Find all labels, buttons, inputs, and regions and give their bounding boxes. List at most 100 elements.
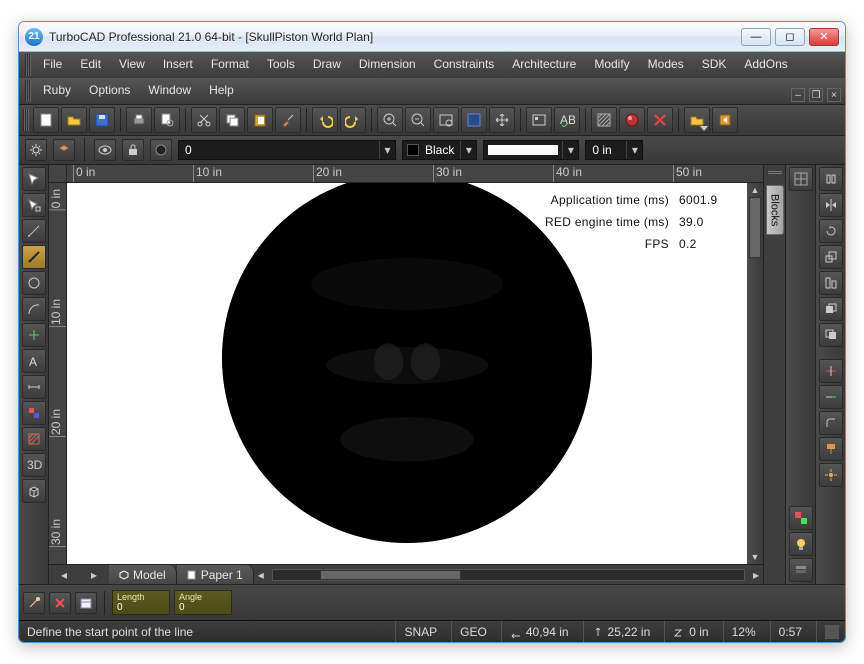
cancel-small-icon[interactable] (49, 592, 71, 614)
scroll-up-icon[interactable]: ▲ (751, 185, 760, 195)
materials-button[interactable] (619, 107, 645, 133)
open-file-button[interactable] (61, 107, 87, 133)
angle-field[interactable]: Angle 0 (174, 590, 232, 615)
tab-model[interactable]: Model (109, 565, 177, 584)
zoom-in-button[interactable] (377, 107, 403, 133)
geo-toggle[interactable]: GEO (451, 621, 495, 642)
text-tool[interactable]: A (22, 349, 46, 373)
rotate-button[interactable] (819, 219, 843, 243)
paint-button[interactable] (819, 437, 843, 461)
trim-button[interactable] (819, 359, 843, 383)
tab-paper1[interactable]: Paper 1 (177, 565, 254, 584)
circle-tool[interactable] (22, 271, 46, 295)
layer-visible-icon[interactable] (94, 139, 116, 161)
viewport-button[interactable] (789, 167, 813, 191)
new-file-button[interactable] (33, 107, 59, 133)
cut-button[interactable] (191, 107, 217, 133)
scale-button[interactable] (819, 245, 843, 269)
menu-format[interactable]: Format (203, 54, 257, 76)
save-file-button[interactable] (89, 107, 115, 133)
close-button[interactable]: ✕ (809, 28, 839, 46)
ruler-horizontal[interactable]: 0 in10 in20 in30 in40 in50 in (67, 165, 763, 183)
lineweight-dropdown[interactable]: 0 in ▾ (585, 140, 643, 160)
menu-architecture[interactable]: Architecture (504, 54, 584, 76)
menu-view[interactable]: View (111, 54, 153, 76)
magic-wand-icon[interactable] (23, 592, 45, 614)
paste-button[interactable] (247, 107, 273, 133)
panel-grip[interactable] (768, 171, 782, 181)
bring-front-button[interactable] (819, 297, 843, 321)
linetype-dropdown[interactable]: ▾ (483, 140, 579, 160)
resize-grip[interactable] (825, 625, 839, 639)
menu-addons[interactable]: AddOns (736, 54, 795, 76)
explode-button[interactable] (819, 463, 843, 487)
menu-tools[interactable]: Tools (259, 54, 303, 76)
ruler-vertical[interactable]: 0 in10 in20 in30 in (49, 183, 67, 564)
cancel-button[interactable] (647, 107, 673, 133)
menu-sdk[interactable]: SDK (694, 54, 735, 76)
menu-insert[interactable]: Insert (155, 54, 201, 76)
menu-constraints[interactable]: Constraints (426, 54, 503, 76)
menu-modes[interactable]: Modes (640, 54, 692, 76)
scrollbar-vertical[interactable]: ▲ ▼ (747, 183, 763, 564)
scroll-thumb[interactable] (320, 570, 461, 580)
undo-button[interactable] (312, 107, 338, 133)
menu-draw[interactable]: Draw (305, 54, 349, 76)
canvas[interactable]: Application time (ms) 6001.9 RED engine … (67, 183, 747, 564)
doc-minimize-icon[interactable]: – (791, 88, 805, 102)
scroll-right-icon[interactable]: ▸ (749, 568, 763, 582)
tab-nav[interactable]: ◂▸ (49, 565, 109, 584)
panel-blocks[interactable]: Blocks (766, 185, 784, 235)
arc-tool[interactable] (22, 297, 46, 321)
toolbar-grip[interactable] (25, 80, 31, 102)
select-tool[interactable] (22, 167, 46, 191)
zoom-out-button[interactable] (405, 107, 431, 133)
titlebar[interactable]: 21 TurboCAD Professional 21.0 64-bit - [… (19, 22, 845, 52)
copy-button[interactable] (219, 107, 245, 133)
flip-button[interactable] (819, 167, 843, 191)
maximize-button[interactable]: ◻ (775, 28, 805, 46)
menu-dimension[interactable]: Dimension (351, 54, 424, 76)
folder-misc-button[interactable] (684, 107, 710, 133)
scroll-thumb[interactable] (749, 197, 761, 258)
doc-restore-icon[interactable]: ❐ (809, 88, 823, 102)
print-button[interactable] (126, 107, 152, 133)
calendar-icon[interactable] (75, 592, 97, 614)
layer-dropdown[interactable]: 0 ▾ (178, 140, 396, 160)
menu-modify[interactable]: Modify (586, 54, 637, 76)
scroll-down-icon[interactable]: ▼ (751, 552, 760, 562)
point-tool[interactable] (22, 323, 46, 347)
fillet-button[interactable] (819, 411, 843, 435)
box-tool[interactable] (22, 479, 46, 503)
color-dropdown[interactable]: Black ▾ (402, 140, 477, 160)
toolbar-grip[interactable] (25, 54, 31, 76)
hatch-button[interactable] (591, 107, 617, 133)
settings-icon[interactable] (25, 139, 47, 161)
extend-button[interactable] (819, 385, 843, 409)
scroll-left-icon[interactable]: ◂ (254, 568, 268, 582)
brush-button[interactable] (275, 107, 301, 133)
layer-props-icon[interactable] (53, 139, 75, 161)
pan-button[interactable] (489, 107, 515, 133)
menu-edit[interactable]: Edit (72, 54, 109, 76)
select-similar-tool[interactable] (22, 193, 46, 217)
zoom-window-button[interactable] (433, 107, 459, 133)
print-preview-button[interactable] (154, 107, 180, 133)
toolbar-grip[interactable] (23, 109, 29, 131)
doc-close-icon[interactable]: × (827, 88, 841, 102)
menu-options[interactable]: Options (81, 80, 138, 102)
publish-button[interactable] (712, 107, 738, 133)
menu-ruby[interactable]: Ruby (35, 80, 79, 102)
minimize-button[interactable]: — (741, 28, 771, 46)
menu-help[interactable]: Help (201, 80, 242, 102)
palette-button[interactable] (789, 506, 813, 530)
layer-color-icon[interactable] (150, 139, 172, 161)
snap-toggle[interactable]: SNAP (395, 621, 445, 642)
named-views-button[interactable] (526, 107, 552, 133)
zoom-extents-button[interactable] (461, 107, 487, 133)
line-tool[interactable] (22, 245, 46, 269)
sketch-tool[interactable] (22, 219, 46, 243)
menu-window[interactable]: Window (140, 80, 199, 102)
block-tool[interactable] (22, 401, 46, 425)
hatch-tool[interactable] (22, 427, 46, 451)
